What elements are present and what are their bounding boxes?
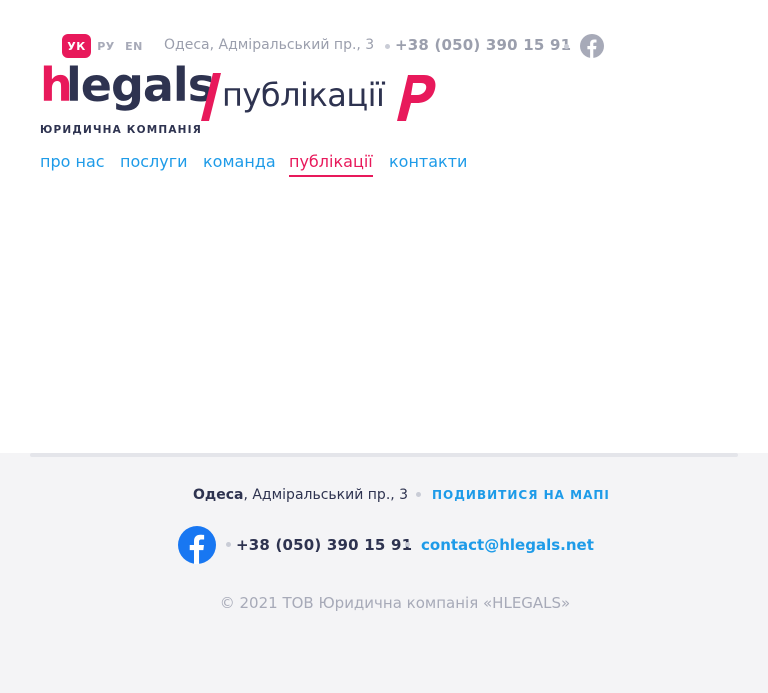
footer-address: Одеса, Адміральський пр., 3 [193,487,408,503]
lang-en[interactable]: EN [123,34,145,58]
nav-contacts[interactable]: контакти [389,152,467,175]
separator-dot [416,492,421,497]
facebook-icon[interactable] [580,34,604,58]
header-phone[interactable]: +38 (050) 390 15 91 [395,36,571,54]
nav-team[interactable]: команда [203,152,276,175]
separator-dot [226,542,231,547]
copyright: © 2021 ТОВ Юридична компанія «HLEGALS» [219,594,571,612]
page-title: публікації [222,76,385,114]
footer-email-link[interactable]: contact@hlegals.net [421,536,594,554]
publications-p-icon [397,75,436,121]
nav-services[interactable]: послуги [120,152,188,175]
lang-uk[interactable]: УК [62,34,91,58]
lang-ru[interactable]: РУ [96,34,116,58]
slash-divider [201,73,221,121]
footer-city: Одеса [193,487,244,503]
footer-phone[interactable]: +38 (050) 390 15 91 [236,536,412,554]
footer-address-rest: , Адміральський пр., 3 [243,487,409,503]
nav-about[interactable]: про нас [40,152,105,175]
view-map-link[interactable]: ПОДИВИТИСЯ НА МАПІ [432,488,610,502]
nav-publications[interactable]: публікації [289,152,373,177]
footer-divider [30,453,738,457]
separator-dot [385,44,390,49]
separator-dot [405,542,410,547]
logo-subtitle: ЮРИДИЧНА КОМПАНІЯ [40,124,203,136]
facebook-icon[interactable] [178,526,216,564]
separator-dot [564,44,569,49]
logo-wordmark: legals [66,58,215,112]
header-address: Одеса, Адміральський пр., 3 [164,37,375,53]
